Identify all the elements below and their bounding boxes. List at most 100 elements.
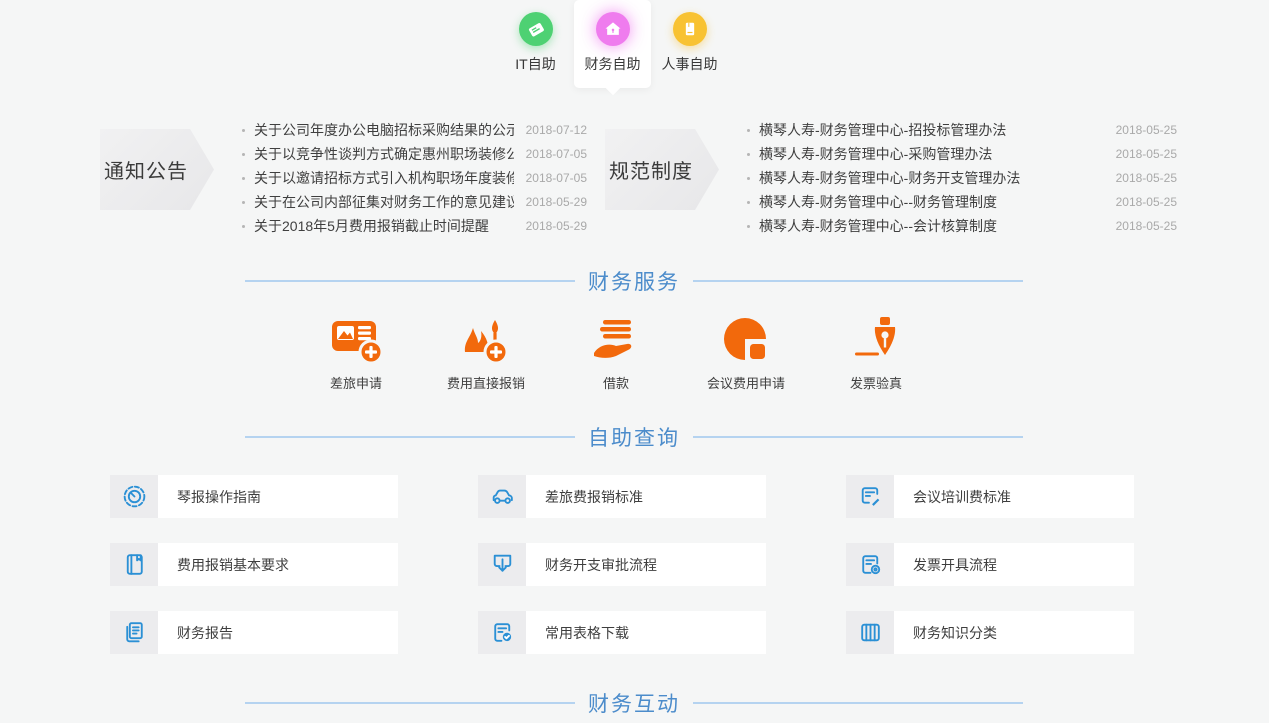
regulation-panel-title: 规范制度 [605,129,719,210]
service-label: 发票验真 [816,373,936,392]
notice-item-title[interactable]: 关于2018年5月费用报销截止时间提醒 [254,216,514,236]
regulation-item-date: 2018-05-25 [1116,147,1177,161]
card-label: 差旅费报销标准 [545,487,643,507]
bullet-dot [747,225,750,228]
notice-item[interactable]: 关于以邀请招标方式引入机构职场年度装修... 2018-07-05 [242,166,587,190]
notice-item-date: 2018-07-05 [526,171,587,185]
invoice-verify-icon [816,314,936,366]
regulation-list: 横琴人寿-财务管理中心-招投标管理办法 2018-05-25 横琴人寿-财务管理… [747,118,1177,238]
timer-icon [110,475,158,518]
section-header-finance-interaction: 财务互动 [245,688,1023,718]
finance-home-icon [596,12,630,46]
notice-item-date: 2018-07-12 [526,123,587,137]
notebook-icon [110,543,158,586]
card-label: 常用表格下载 [545,623,629,643]
card-common-forms-download[interactable]: 常用表格下载 [478,611,766,654]
regulation-item[interactable]: 横琴人寿-财务管理中心--会计核算制度 2018-05-25 [747,214,1177,238]
regulation-item-title[interactable]: 横琴人寿-财务管理中心-招投标管理办法 [759,120,1104,140]
card-qinbao-guide[interactable]: 琴报操作指南 [110,475,398,518]
service-loan[interactable]: 借款 [556,314,676,392]
tab-label: 财务自助 [574,54,651,88]
regulation-item-title[interactable]: 横琴人寿-财务管理中心-采购管理办法 [759,144,1104,164]
divider-line [693,280,1023,282]
direct-expense-icon [426,314,546,366]
car-icon [478,475,526,518]
doc-pen-icon [846,475,894,518]
notice-item[interactable]: 关于公司年度办公电脑招标采购结果的公示 2018-07-12 [242,118,587,142]
service-label: 借款 [556,373,676,392]
notice-item-date: 2018-07-05 [526,147,587,161]
regulation-item[interactable]: 横琴人寿-财务管理中心-财务开支管理办法 2018-05-25 [747,166,1177,190]
card-expenditure-approval-flow[interactable]: 财务开支审批流程 [478,543,766,586]
meeting-expense-icon [686,314,806,366]
notice-item[interactable]: 关于2018年5月费用报销截止时间提醒 2018-05-29 [242,214,587,238]
travel-request-icon [296,314,416,366]
divider-line [245,702,575,704]
divider-line [693,436,1023,438]
card-label: 费用报销基本要求 [177,555,289,575]
notice-item-title[interactable]: 关于公司年度办公电脑招标采购结果的公示 [254,120,514,140]
tab-label: IT自助 [497,54,574,88]
regulation-item[interactable]: 横琴人寿-财务管理中心--财务管理制度 2018-05-25 [747,190,1177,214]
card-invoice-issuing-flow[interactable]: 发票开具流程 [846,543,1134,586]
bullet-dot [747,129,750,132]
download-icon [478,543,526,586]
regulation-item-date: 2018-05-25 [1116,195,1177,209]
notice-item-title[interactable]: 关于在公司内部征集对财务工作的意见建议... [254,192,514,212]
notice-item-date: 2018-05-29 [526,219,587,233]
card-label: 财务开支审批流程 [545,555,657,575]
card-label: 财务知识分类 [913,623,997,643]
service-label: 差旅申请 [296,373,416,392]
regulation-item-title[interactable]: 横琴人寿-财务管理中心--会计核算制度 [759,216,1104,236]
hr-book-icon [673,12,707,46]
regulation-item-title[interactable]: 横琴人寿-财务管理中心-财务开支管理办法 [759,168,1104,188]
regulation-item-date: 2018-05-25 [1116,123,1177,137]
section-title: 自助查询 [588,422,680,452]
notice-panel-title: 通知公告 [100,129,214,210]
section-header-self-query: 自助查询 [245,422,1023,452]
bullet-dot [242,225,245,228]
notice-item-date: 2018-05-29 [526,195,587,209]
tab-label: 人事自助 [651,54,728,88]
tab-it-selfservice[interactable]: IT自助 [497,0,574,88]
service-direct-expense[interactable]: 费用直接报销 [426,314,546,392]
bullet-dot [747,177,750,180]
card-expense-basic-requirements[interactable]: 费用报销基本要求 [110,543,398,586]
card-label: 发票开具流程 [913,555,997,575]
card-financial-report[interactable]: 财务报告 [110,611,398,654]
card-label: 财务报告 [177,623,233,643]
it-card-icon [519,12,553,46]
notice-item-title[interactable]: 关于以邀请招标方式引入机构职场年度装修... [254,168,514,188]
bullet-dot [242,177,245,180]
section-title: 财务互动 [588,688,680,718]
card-meeting-training-standard[interactable]: 会议培训费标准 [846,475,1134,518]
regulation-item[interactable]: 横琴人寿-财务管理中心-招投标管理办法 2018-05-25 [747,118,1177,142]
report-icon [110,611,158,654]
regulation-item-date: 2018-05-25 [1116,171,1177,185]
card-label: 琴报操作指南 [177,487,261,507]
doc-stamp-icon [846,543,894,586]
bullet-dot [242,129,245,132]
service-label: 费用直接报销 [426,373,546,392]
divider-line [693,702,1023,704]
card-label: 会议培训费标准 [913,487,1011,507]
service-invoice-verify[interactable]: 发票验真 [816,314,936,392]
regulation-item[interactable]: 横琴人寿-财务管理中心-采购管理办法 2018-05-25 [747,142,1177,166]
card-finance-knowledge-category[interactable]: 财务知识分类 [846,611,1134,654]
top-tab-bar: IT自助 财务自助 人事自助 [497,0,728,88]
service-travel-request[interactable]: 差旅申请 [296,314,416,392]
service-label: 会议费用申请 [686,373,806,392]
bullet-dot [747,201,750,204]
notice-item-title[interactable]: 关于以竞争性谈判方式确定惠州职场装修公... [254,144,514,164]
divider-line [245,436,575,438]
notice-item[interactable]: 关于在公司内部征集对财务工作的意见建议... 2018-05-29 [242,190,587,214]
card-travel-expense-standard[interactable]: 差旅费报销标准 [478,475,766,518]
tab-finance-selfservice[interactable]: 财务自助 [574,0,651,88]
notice-item[interactable]: 关于以竞争性谈判方式确定惠州职场装修公... 2018-07-05 [242,142,587,166]
regulation-item-title[interactable]: 横琴人寿-财务管理中心--财务管理制度 [759,192,1104,212]
notice-panel: 通知公告 关于公司年度办公电脑招标采购结果的公示 2018-07-12 关于以竞… [100,116,587,238]
service-meeting-expense[interactable]: 会议费用申请 [686,314,806,392]
tab-hr-selfservice[interactable]: 人事自助 [651,0,728,88]
category-icon [846,611,894,654]
section-header-finance-services: 财务服务 [245,266,1023,296]
